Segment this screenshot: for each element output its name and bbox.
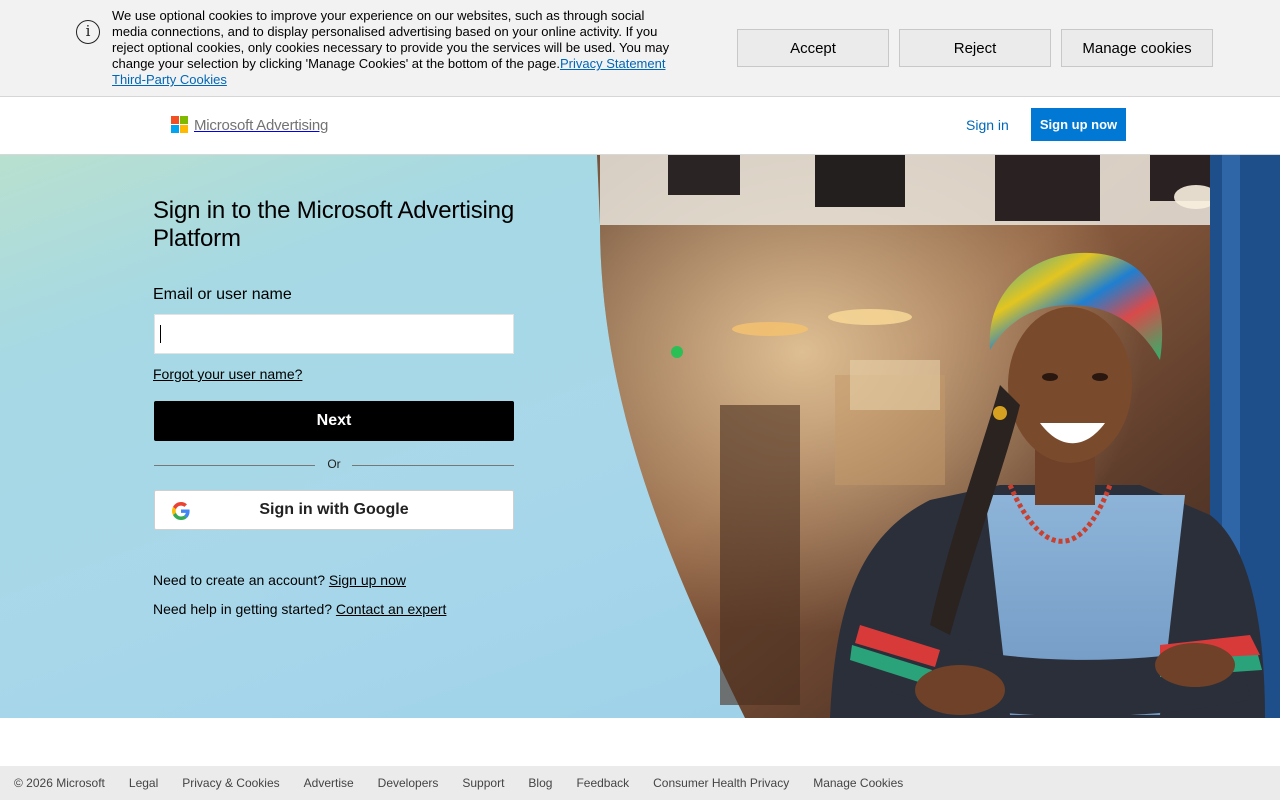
microsoft-advertising-logo[interactable]: Microsoft Advertising: [171, 115, 328, 135]
footer-link-feedback[interactable]: Feedback: [576, 776, 629, 790]
create-account-line: Need to create an account? Sign up now: [153, 572, 406, 588]
google-icon: [172, 502, 190, 520]
manage-cookies-button[interactable]: Manage cookies: [1061, 29, 1213, 67]
page-title: Sign in to the Microsoft Advertising Pla…: [153, 197, 514, 252]
logo-square-green: [180, 116, 188, 124]
hero-section: Sign in to the Microsoft Advertising Pla…: [0, 155, 1280, 718]
text-caret: [160, 325, 161, 343]
microsoft-logo-icon: [171, 116, 189, 134]
email-input[interactable]: [154, 314, 514, 354]
header-sign-up-button[interactable]: Sign up now: [1031, 108, 1126, 141]
footer-link-blog[interactable]: Blog: [528, 776, 552, 790]
footer-link-support[interactable]: Support: [462, 776, 504, 790]
privacy-statement-link[interactable]: Privacy Statement: [560, 56, 666, 71]
site-header: Microsoft Advertising Sign in Sign up no…: [0, 97, 1280, 155]
site-footer: © 2026 Microsoft Legal Privacy & Cookies…: [0, 766, 1280, 800]
third-party-cookies-link[interactable]: Third-Party Cookies: [112, 72, 227, 87]
sign-in-with-google-button[interactable]: Sign in with Google: [154, 490, 514, 530]
footer-link-advertise[interactable]: Advertise: [304, 776, 354, 790]
or-divider: Or: [154, 457, 514, 473]
logo-text: Microsoft Advertising: [194, 116, 329, 134]
info-icon: i: [76, 20, 100, 44]
reject-cookies-button[interactable]: Reject: [899, 29, 1051, 67]
email-label: Email or user name: [153, 286, 292, 303]
footer-link-consumer-health-privacy[interactable]: Consumer Health Privacy: [653, 776, 789, 790]
logo-square-yellow: [180, 125, 188, 133]
copyright: © 2026 Microsoft: [14, 776, 105, 790]
footer-link-developers[interactable]: Developers: [378, 776, 439, 790]
contact-expert-link[interactable]: Contact an expert: [336, 601, 447, 617]
footer-link-privacy-cookies[interactable]: Privacy & Cookies: [182, 776, 279, 790]
footer-link-manage-cookies[interactable]: Manage Cookies: [813, 776, 903, 790]
cookie-message: We use optional cookies to improve your …: [112, 8, 682, 88]
next-button[interactable]: Next: [154, 401, 514, 441]
logo-square-blue: [171, 125, 179, 133]
accept-cookies-button[interactable]: Accept: [737, 29, 889, 67]
footer-link-legal[interactable]: Legal: [129, 776, 158, 790]
get-help-text: Need help in getting started?: [153, 601, 333, 617]
header-sign-in-link[interactable]: Sign in: [966, 117, 1009, 133]
or-label: Or: [327, 457, 341, 471]
get-help-line: Need help in getting started? Contact an…: [153, 601, 446, 617]
forgot-username-link[interactable]: Forgot your user name?: [153, 366, 302, 382]
divider-line-right: [352, 465, 514, 466]
google-button-label: Sign in with Google: [259, 501, 409, 518]
cookie-banner: i We use optional cookies to improve you…: [0, 0, 1280, 97]
logo-square-red: [171, 116, 179, 124]
create-account-text: Need to create an account?: [153, 572, 326, 588]
sign-up-now-link[interactable]: Sign up now: [329, 572, 406, 588]
